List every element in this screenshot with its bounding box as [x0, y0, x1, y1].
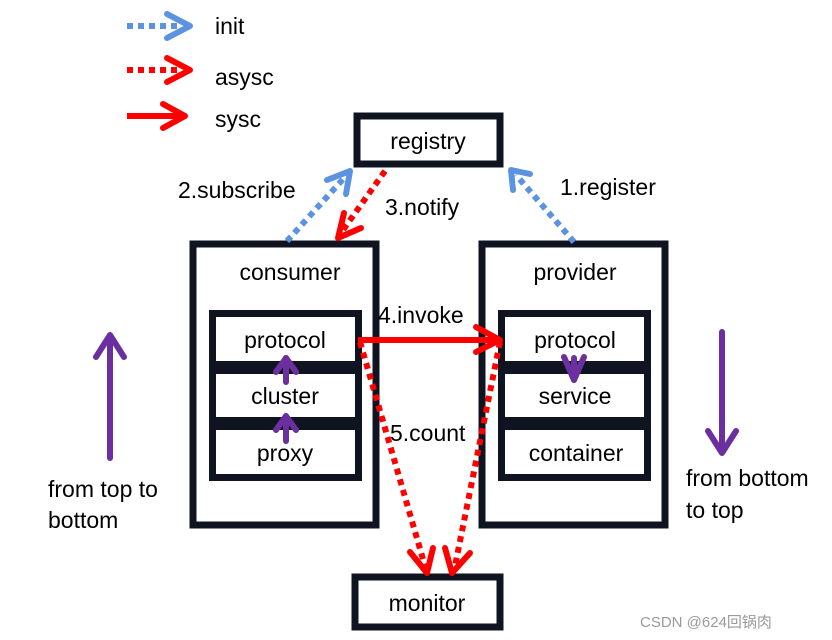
registry-node: registry — [353, 112, 504, 168]
legend-sysc: sysc — [127, 101, 261, 132]
edge-subscribe: 2.subscribe — [178, 168, 353, 244]
legend-sysc-label: sysc — [215, 106, 261, 132]
edge-register: 1.register — [508, 167, 656, 244]
edge-notify: 3.notify — [335, 169, 460, 241]
legend-init: init — [127, 11, 245, 41]
legend-init-label: init — [215, 13, 245, 39]
left-note-line1: from top to — [48, 476, 158, 502]
right-note-line2: to top — [686, 497, 744, 523]
edge-notify-label: 3.notify — [385, 194, 460, 220]
consumer-layer-cluster: cluster — [251, 383, 319, 409]
edge-invoke-label: 4.invoke — [378, 302, 464, 328]
registry-label: registry — [390, 128, 466, 154]
legend: init asysc sysc — [127, 11, 274, 132]
provider-node: provider protocol service container — [478, 240, 669, 529]
right-note-line1: from bottom — [686, 465, 809, 491]
architecture-diagram: init asysc sysc registry consumer protoc… — [48, 11, 809, 631]
right-direction-arrow — [705, 329, 739, 456]
monitor-node: monitor — [351, 573, 504, 631]
consumer-layer-protocol: protocol — [244, 327, 326, 353]
provider-layer-protocol: protocol — [534, 327, 616, 353]
consumer-node: consumer protocol cluster proxy — [189, 240, 380, 529]
provider-layer-service: service — [539, 383, 612, 409]
provider-layer-container: container — [529, 440, 624, 466]
edge-subscribe-label: 2.subscribe — [178, 177, 296, 203]
consumer-title: consumer — [240, 259, 341, 285]
left-direction-arrow — [93, 332, 127, 461]
provider-title: provider — [533, 259, 616, 285]
edge-count-label: 5.count — [390, 420, 466, 446]
legend-asysc: asysc — [127, 55, 274, 90]
edge-register-label: 1.register — [560, 174, 656, 200]
left-note-line2: bottom — [48, 507, 118, 533]
watermark: CSDN @624回锅肉 — [640, 614, 772, 631]
legend-asysc-label: asysc — [215, 64, 274, 90]
monitor-label: monitor — [389, 590, 466, 616]
